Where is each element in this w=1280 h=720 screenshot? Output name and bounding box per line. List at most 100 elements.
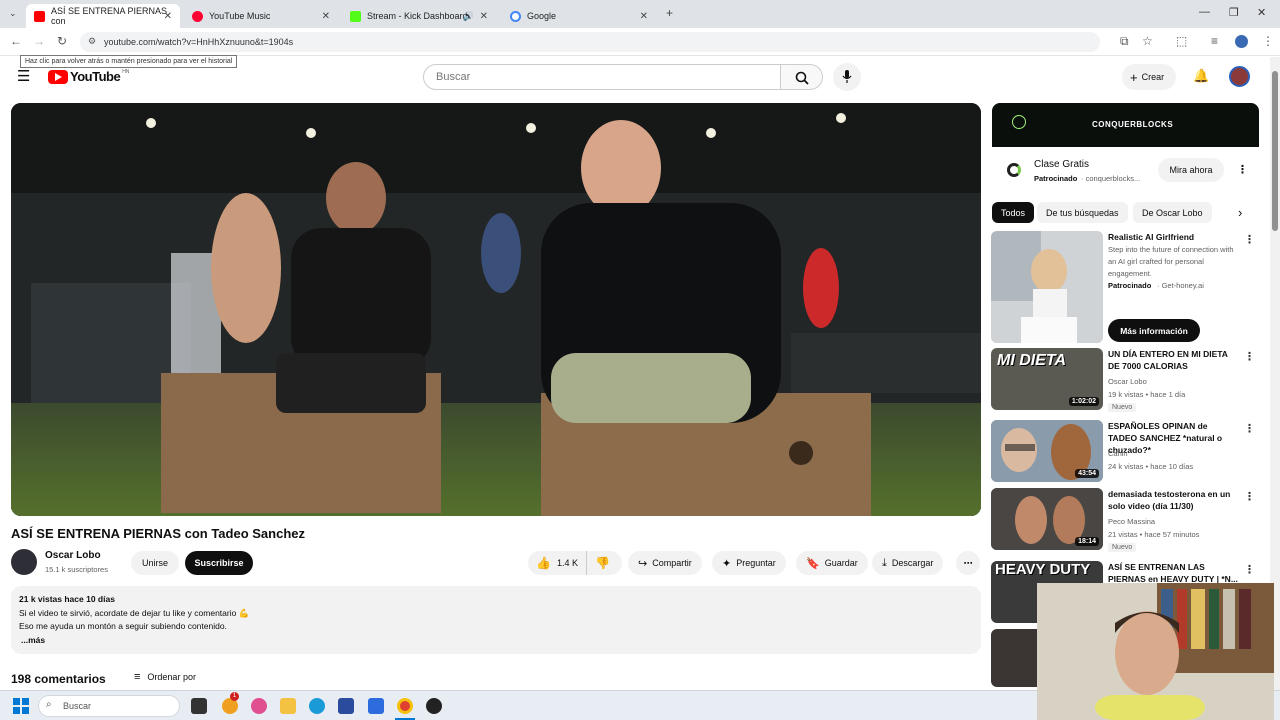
join-label: Unirse (141, 558, 168, 568)
chip-from-channel[interactable]: De Oscar Lobo (1133, 202, 1212, 223)
minimize-window-button[interactable]: — (1199, 6, 1210, 18)
video-menu-icon[interactable]: ⋮ (1244, 563, 1255, 576)
promo-cta-button[interactable]: Más información (1108, 319, 1200, 342)
ad-title[interactable]: Clase Gratis (1034, 159, 1089, 170)
more-actions-button[interactable]: ⋯ (956, 551, 980, 575)
new-badge: Nuevo (1108, 403, 1137, 412)
reload-button[interactable]: ↻ (57, 34, 67, 48)
save-button[interactable]: 🔖 Guardar (796, 551, 868, 575)
promoted-item[interactable]: Realistic AI Girlfriend Step into the fu… (991, 231, 1261, 343)
video-menu-icon[interactable]: ⋮ (1244, 490, 1255, 503)
close-tab-icon[interactable]: ✕ (640, 11, 648, 22)
windows-start-icon[interactable] (13, 698, 29, 714)
video-player[interactable] (11, 103, 981, 516)
zoom-app-icon[interactable] (368, 698, 384, 714)
scrollbar-thumb[interactable] (1272, 71, 1278, 231)
youtube-play-logo-icon (48, 69, 68, 84)
chip-all[interactable]: Todos (992, 202, 1035, 223)
video-channel: Peco Massina (1108, 517, 1156, 526)
edge-browser-icon[interactable] (309, 698, 325, 714)
recommended-video[interactable]: 18:14 demasiada testosterona en un solo … (991, 488, 1261, 552)
tab-title: Stream - Kick Dashboard (367, 11, 468, 21)
view-stats: 21 k vistas hace 10 días (19, 594, 115, 604)
browser-toolbar: ← → ↻ ⚙ youtube.com/watch?v=HnHhXznuuno&… (0, 28, 1280, 56)
tab-title: ASÍ SE ENTRENA PIERNAS con (51, 6, 168, 26)
bookmark-star-icon[interactable]: ☆ (1142, 34, 1153, 48)
chip-label: De Oscar Lobo (1142, 207, 1203, 218)
account-avatar[interactable] (1229, 66, 1250, 87)
ask-label: Preguntar (736, 558, 776, 568)
video-menu-icon[interactable]: ⋮ (1244, 422, 1255, 435)
chevron-right-icon[interactable]: › (1238, 205, 1242, 220)
promo-domain: · Get-honey.ai (1157, 281, 1204, 290)
voice-search-button[interactable] (833, 63, 861, 91)
promo-cta-label: Más información (1120, 325, 1188, 336)
forward-button[interactable]: → (33, 34, 45, 48)
hamburger-menu-icon[interactable]: ☰ (17, 67, 30, 85)
video-menu-icon[interactable]: ⋮ (1244, 350, 1255, 363)
video-meta: 19 k vistas • hace 1 día (1108, 390, 1186, 399)
tab-kick-dashboard[interactable]: Stream - Kick Dashboard 🔊 ✕ (342, 4, 496, 28)
notifications-bell-icon[interactable]: 🔔 (1193, 68, 1209, 84)
join-button[interactable]: Unirse (131, 551, 179, 575)
back-button[interactable]: ← (10, 34, 22, 48)
audio-playing-icon[interactable]: 🔊 (463, 11, 474, 22)
subscribe-button[interactable]: Suscribirse (185, 551, 253, 575)
promo-sponsored-label: Patrocinado (1108, 281, 1152, 290)
search-button[interactable] (781, 64, 823, 90)
chip-from-searches[interactable]: De tus búsquedas (1037, 202, 1128, 223)
browser-menu-icon[interactable]: ⋮ (1262, 34, 1274, 48)
close-tab-icon[interactable]: ✕ (322, 11, 330, 22)
ad-cta-button[interactable]: Mira ahora (1158, 158, 1224, 182)
channel-name[interactable]: Oscar Lobo (45, 550, 101, 561)
install-app-icon[interactable]: ⧉ (1120, 34, 1129, 49)
create-button[interactable]: + Crear (1122, 64, 1176, 90)
extensions-icon[interactable]: ⬚ (1176, 34, 1187, 48)
ad-banner[interactable]: CONQUERBLOCKS (992, 103, 1259, 147)
tab-search-icon[interactable]: ≡ (1211, 34, 1218, 48)
download-button[interactable]: ⤓ Descargar (872, 551, 944, 575)
video-channel: Canin (1108, 449, 1128, 458)
duration-badge: 43:54 (1075, 469, 1099, 478)
profile-avatar-icon[interactable] (1235, 35, 1248, 48)
share-button[interactable]: ↪ Compartir (628, 551, 702, 575)
show-more-link[interactable]: ...más (19, 634, 973, 648)
tab-list-chevron-icon[interactable]: ⌄ (9, 8, 17, 19)
browser-tab-strip: ⌄ ASÍ SE ENTRENA PIERNAS con ✕ YouTube M… (0, 0, 1280, 28)
youtube-logo[interactable]: YouTube HN (48, 69, 129, 84)
close-window-button[interactable]: ✕ (1257, 6, 1266, 19)
channel-avatar[interactable] (11, 549, 37, 575)
site-info-icon[interactable]: ⚙ (88, 36, 96, 47)
recommended-video[interactable]: MI DIETA 1:02:02 UN DÍA ENTERO EN MI DIE… (991, 348, 1261, 412)
tab-youtube-music[interactable]: YouTube Music ✕ (184, 4, 338, 28)
chrome-browser-icon[interactable] (397, 698, 413, 714)
close-tab-icon[interactable]: ✕ (480, 11, 488, 22)
like-button[interactable]: 👍 1.4 K (528, 551, 587, 575)
store-icon[interactable] (338, 698, 354, 714)
address-bar[interactable]: ⚙ youtube.com/watch?v=HnHhXznuuno&t=1904… (80, 32, 1100, 52)
recommended-video[interactable]: 43:54 ESPAÑOLES OPINAN de TADEO SANCHEZ … (991, 420, 1261, 482)
maximize-window-button[interactable]: ❐ (1229, 6, 1239, 19)
duration-badge: 18:14 (1075, 537, 1099, 546)
copilot-icon[interactable] (251, 698, 267, 714)
thumbs-up-icon: 👍 (536, 556, 551, 570)
dislike-button[interactable]: 👎 (587, 556, 618, 570)
search-input[interactable]: Buscar (423, 64, 781, 90)
obs-app-icon[interactable] (426, 698, 442, 714)
tab-youtube-video[interactable]: ASÍ SE ENTRENA PIERNAS con ✕ (26, 4, 180, 28)
tab-google[interactable]: Google ✕ (502, 4, 656, 28)
video-title: ASÍ SE ENTRENAN LAS PIERNAS en HEAVY DUT… (1108, 562, 1238, 584)
video-title: demasiada testosterona en un solo video … (1108, 489, 1231, 511)
sort-comments-button[interactable]: ≡ Ordenar por (134, 671, 196, 683)
promo-menu-icon[interactable]: ⋮ (1244, 233, 1255, 246)
ad-brand-icon (1007, 163, 1021, 177)
new-tab-button[interactable]: + (666, 6, 673, 20)
share-label: Compartir (652, 558, 692, 568)
description-box[interactable]: 21 k vistas hace 10 días Si el video te … (11, 586, 981, 654)
taskbar-search-box[interactable]: ⌕ Buscar (38, 695, 180, 717)
close-tab-icon[interactable]: ✕ (164, 11, 172, 22)
file-explorer-icon[interactable] (280, 698, 296, 714)
ad-menu-icon[interactable]: ⋮ (1237, 163, 1248, 176)
ask-button[interactable]: ✦ Preguntar (712, 551, 786, 575)
task-view-icon[interactable] (191, 698, 207, 714)
